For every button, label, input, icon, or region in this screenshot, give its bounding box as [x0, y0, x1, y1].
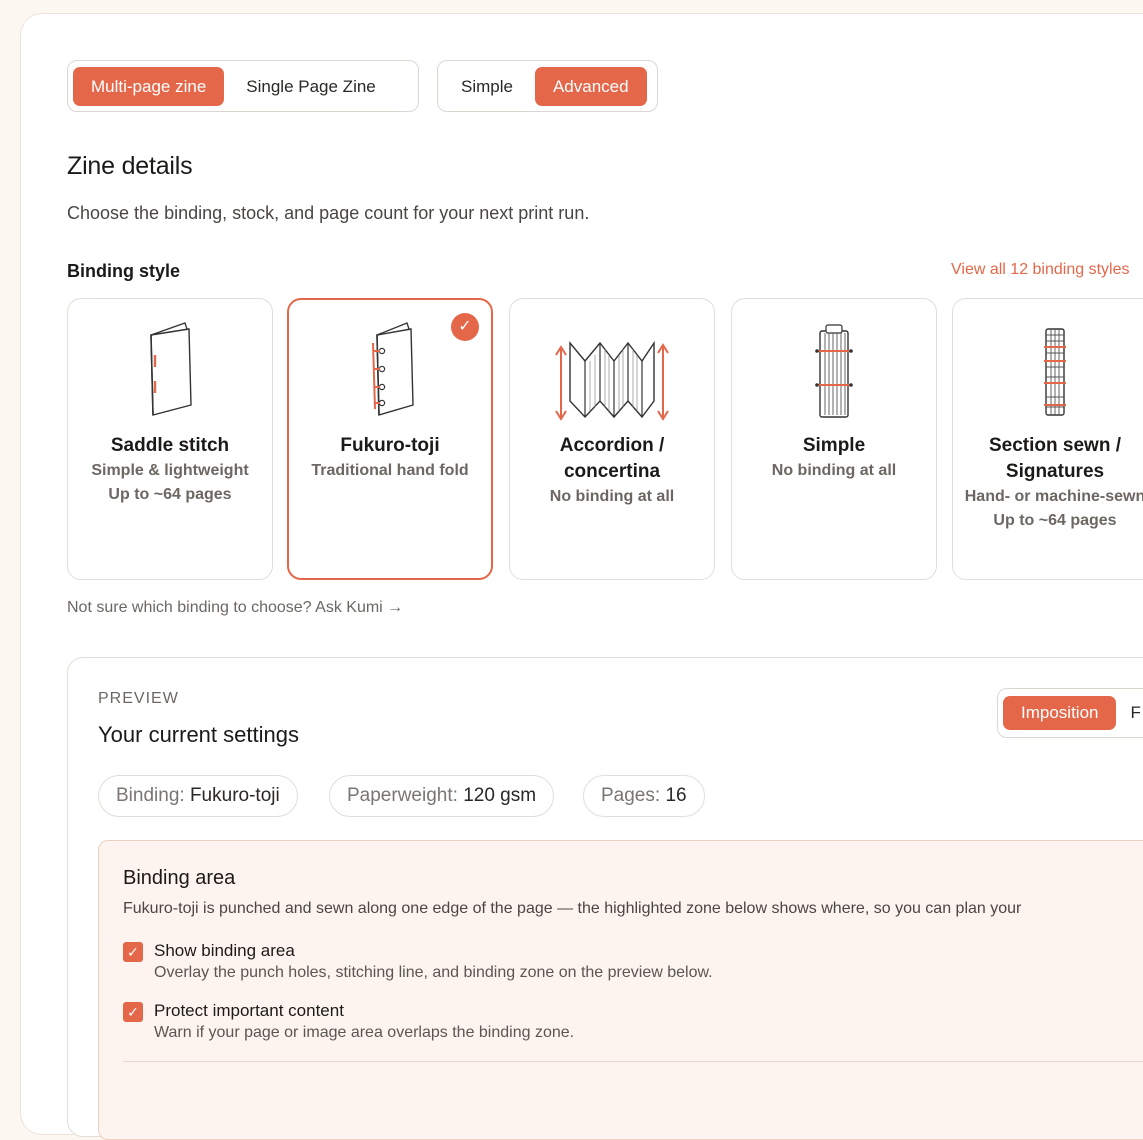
mode-toggle: Simple Advanced: [437, 60, 658, 112]
binding-card-simple[interactable]: Simple No binding at all: [731, 298, 937, 580]
binding-card-saddle-stitch[interactable]: Saddle stitch Simple & lightweight Up to…: [67, 298, 273, 580]
settings-pill-paperweight: Paperweight: 120 gsm: [329, 775, 555, 817]
zine-type-single-page[interactable]: Single Page Zine: [228, 67, 393, 106]
zine-type-toggle: Multi-page zine Single Page Zine: [67, 60, 419, 112]
pill-value: 120 gsm: [463, 785, 537, 806]
binding-card-desc: Simple & lightweight: [91, 462, 249, 479]
binding-area-title: Binding area: [123, 867, 236, 889]
page-title: Zine details: [67, 152, 193, 180]
binding-area-description: Fukuro-toji is punched and sewn along on…: [123, 900, 1022, 917]
binding-card-desc: Up to ~64 pages: [108, 485, 232, 503]
view-imposition[interactable]: Imposition: [1003, 696, 1117, 730]
binding-card-name: Fukuro-toji: [340, 435, 440, 456]
protect-content-hint: Warn if your page or image area overlaps…: [154, 1024, 575, 1041]
pill-value: Fukuro-toji: [189, 785, 280, 806]
binding-card-section-sewn[interactable]: Section sewn / Signatures Hand- or machi…: [952, 298, 1143, 580]
preview-kicker: PREVIEW: [98, 690, 179, 707]
page-subtitle: Choose the binding, stock, and page coun…: [67, 203, 590, 223]
binding-card-name: Saddle stitch: [110, 435, 230, 456]
saddle-stitch-booklet-icon: [150, 322, 192, 416]
binding-card-desc: No binding at all: [771, 462, 897, 479]
accordion-fold-icon: [555, 340, 669, 421]
binding-card-desc: Up to ~64 pages: [993, 511, 1117, 529]
preview-view-toggle: Imposition F: [997, 688, 1143, 738]
show-binding-area-checkbox[interactable]: ✓: [123, 942, 143, 962]
preview-panel: PREVIEW Your current settings Imposition…: [67, 657, 1143, 1140]
view-all-binding-styles-link[interactable]: View all 12 binding styles: [951, 261, 1129, 279]
simple-stack-icon: [815, 324, 853, 418]
section-sewn-spine-icon: [1044, 328, 1066, 416]
binding-card-desc: Traditional hand fold: [311, 462, 469, 479]
fukuro-toji-booklet-icon: [372, 322, 414, 416]
pill-label: Pages:: [601, 785, 661, 806]
protect-content-checkbox[interactable]: ✓: [123, 1002, 143, 1022]
binding-card-accordion[interactable]: Accordion / concertina No binding at all: [509, 298, 715, 580]
binding-card-desc: Hand- or machine-sewn: [964, 488, 1143, 505]
protect-content-label: Protect important content: [154, 1001, 344, 1020]
show-binding-area-hint: Overlay the punch holes, stitching line,…: [154, 964, 713, 981]
settings-pill-binding: Binding: Fukuro-toji: [98, 775, 298, 817]
pill-value: 16: [665, 785, 687, 806]
zine-type-multi-page[interactable]: Multi-page zine: [73, 66, 225, 106]
show-binding-area-label: Show binding area: [154, 941, 295, 960]
settings-pill-pages: Pages: 16: [583, 775, 705, 817]
binding-area-box: Binding area Fukuro-toji is punched and …: [98, 840, 1143, 1140]
pill-label: Paperweight:: [347, 785, 458, 806]
view-other[interactable]: F: [1120, 696, 1143, 730]
ask-kumi-help-link[interactable]: Not sure which binding to choose? Ask Ku…: [67, 599, 403, 617]
binding-style-label: Binding style: [67, 261, 181, 281]
preview-title: Your current settings: [98, 722, 299, 747]
mode-simple[interactable]: Simple: [443, 67, 531, 106]
binding-card-name: Simple: [802, 435, 866, 456]
mode-advanced[interactable]: Advanced: [534, 66, 647, 106]
binding-card-name: Accordion / concertina: [559, 435, 665, 482]
pill-label: Binding:: [116, 785, 185, 806]
binding-card-fukuro-toji[interactable]: ✓ Fukuro-toji Traditional hand fold: [287, 298, 493, 580]
divider: [123, 1061, 1143, 1062]
binding-card-name: Section sewn / Signatures: [989, 435, 1121, 482]
binding-card-desc: No binding at all: [549, 488, 675, 505]
